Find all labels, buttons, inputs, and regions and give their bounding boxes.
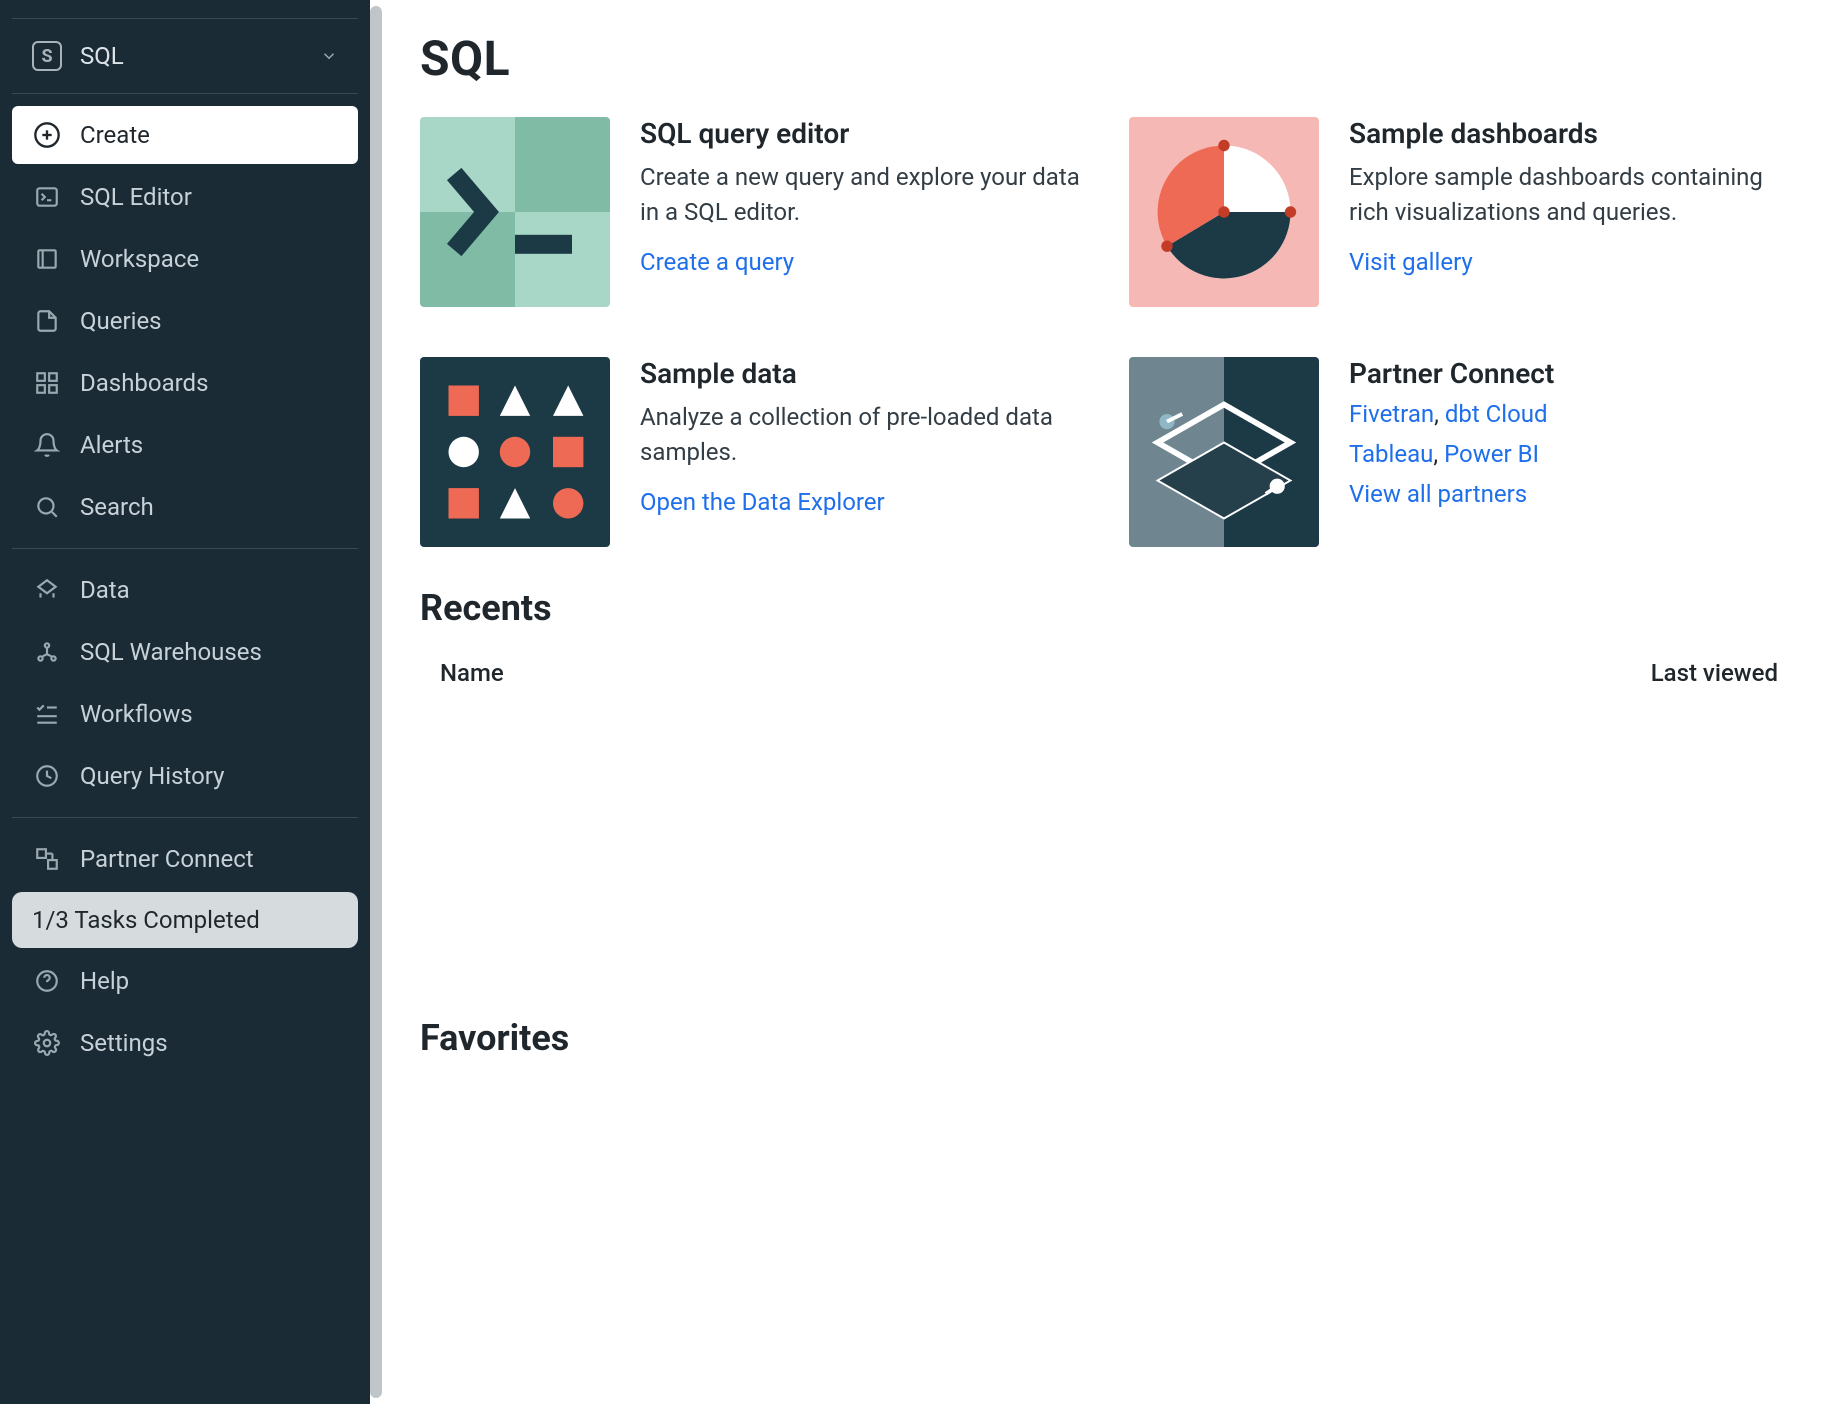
main-content: SQL SQL query editor Create a new query …	[400, 0, 1848, 1404]
card-title: Sample data	[640, 357, 1089, 390]
sidebar-item-workspace[interactable]: Workspace	[12, 230, 358, 288]
sidebar-item-query-history[interactable]: Query History	[12, 747, 358, 805]
checklist-icon	[32, 699, 62, 729]
gear-icon	[32, 1028, 62, 1058]
sidebar-item-label: Workflows	[80, 700, 193, 728]
tasks-progress-pill[interactable]: 1/3 Tasks Completed	[12, 892, 358, 948]
card-title: Partner Connect	[1349, 357, 1798, 390]
create-query-link[interactable]: Create a query	[640, 248, 794, 276]
bell-icon	[32, 430, 62, 460]
partner-link-dbt-cloud[interactable]: dbt Cloud	[1445, 400, 1548, 428]
sidebar-item-label: Dashboards	[80, 369, 208, 397]
sidebar: S SQL Create SQL Editor Workspace	[0, 0, 370, 1404]
sidebar-item-label: Workspace	[80, 245, 199, 273]
persona-switcher[interactable]: S SQL	[12, 27, 358, 85]
card-sql-editor: SQL query editor Create a new query and …	[420, 117, 1089, 307]
col-name: Name	[440, 659, 504, 687]
card-sample-data: Sample data Analyze a collection of pre-…	[420, 357, 1089, 547]
recents-table-header: Name Last viewed	[420, 649, 1798, 697]
col-last-viewed: Last viewed	[1651, 659, 1778, 687]
persona-badge-icon: S	[32, 41, 62, 71]
help-icon	[32, 966, 62, 996]
sidebar-item-workflows[interactable]: Workflows	[12, 685, 358, 743]
scrollbar[interactable]	[370, 6, 382, 1398]
recents-empty	[420, 697, 1798, 977]
sidebar-item-sql-editor[interactable]: SQL Editor	[12, 168, 358, 226]
sidebar-item-label: Partner Connect	[80, 845, 254, 873]
create-label: Create	[80, 121, 150, 149]
page-title: SQL	[420, 30, 1798, 87]
sidebar-item-partner-connect[interactable]: Partner Connect	[12, 830, 358, 888]
visit-gallery-link[interactable]: Visit gallery	[1349, 248, 1473, 276]
sidebar-item-settings[interactable]: Settings	[12, 1014, 358, 1072]
sql-editor-thumb-icon	[420, 117, 610, 307]
sidebar-item-label: Alerts	[80, 431, 143, 459]
data-icon	[32, 575, 62, 605]
sidebar-item-help[interactable]: Help	[12, 952, 358, 1010]
folder-icon	[32, 244, 62, 274]
favorites-heading: Favorites	[420, 1017, 1798, 1059]
dashboards-thumb-icon	[1129, 117, 1319, 307]
sidebar-item-alerts[interactable]: Alerts	[12, 416, 358, 474]
card-desc: Explore sample dashboards containing ric…	[1349, 160, 1798, 230]
card-title: SQL query editor	[640, 117, 1089, 150]
sidebar-item-data[interactable]: Data	[12, 561, 358, 619]
card-desc: Create a new query and explore your data…	[640, 160, 1089, 230]
sidebar-item-label: Data	[80, 576, 130, 604]
connect-icon	[32, 844, 62, 874]
plus-circle-icon	[32, 120, 62, 150]
card-title: Sample dashboards	[1349, 117, 1798, 150]
partner-link-fivetran[interactable]: Fivetran	[1349, 400, 1434, 428]
sidebar-item-sql-warehouses[interactable]: SQL Warehouses	[12, 623, 358, 681]
main-area: SQL SQL query editor Create a new query …	[370, 0, 1848, 1404]
card-sample-dashboards: Sample dashboards Explore sample dashboa…	[1129, 117, 1798, 307]
sidebar-item-label: Query History	[80, 762, 224, 790]
partner-link-power-bi[interactable]: Power BI	[1444, 440, 1539, 468]
partner-link-tableau[interactable]: Tableau	[1349, 440, 1433, 468]
sidebar-item-label: Help	[80, 967, 129, 995]
grid-icon	[32, 368, 62, 398]
sidebar-item-label: Queries	[80, 307, 162, 335]
sidebar-item-label: Settings	[80, 1029, 168, 1057]
chevron-down-icon	[320, 47, 338, 65]
sidebar-item-search[interactable]: Search	[12, 478, 358, 536]
open-data-explorer-link[interactable]: Open the Data Explorer	[640, 488, 885, 516]
persona-label: SQL	[80, 42, 124, 70]
partner-connect-thumb-icon	[1129, 357, 1319, 547]
sidebar-item-queries[interactable]: Queries	[12, 292, 358, 350]
file-icon	[32, 306, 62, 336]
terminal-icon	[32, 182, 62, 212]
sidebar-item-dashboards[interactable]: Dashboards	[12, 354, 358, 412]
warehouse-icon	[32, 637, 62, 667]
view-all-partners-link[interactable]: View all partners	[1349, 480, 1527, 508]
clock-icon	[32, 761, 62, 791]
card-partner-connect: Partner Connect Fivetran, dbt Cloud Tabl…	[1129, 357, 1798, 547]
tasks-label: 1/3 Tasks Completed	[32, 906, 260, 934]
sample-data-thumb-icon	[420, 357, 610, 547]
card-desc: Analyze a collection of pre-loaded data …	[640, 400, 1089, 470]
sidebar-item-label: SQL Warehouses	[80, 638, 262, 666]
sidebar-item-label: SQL Editor	[80, 183, 192, 211]
create-button[interactable]: Create	[12, 106, 358, 164]
recents-heading: Recents	[420, 587, 1798, 629]
search-icon	[32, 492, 62, 522]
sidebar-item-label: Search	[80, 493, 154, 521]
